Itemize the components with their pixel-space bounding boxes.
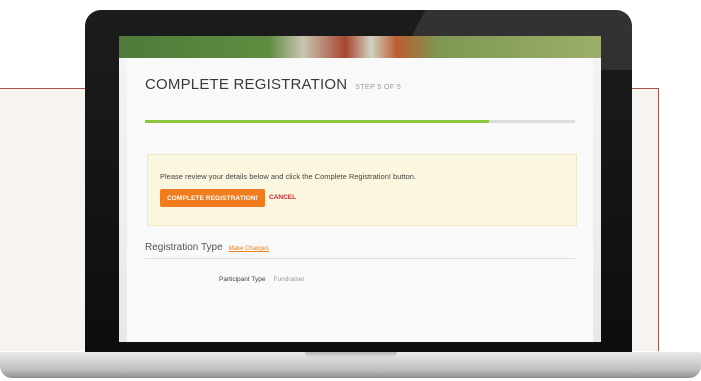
cancel-link[interactable]: CANCEL	[269, 194, 296, 201]
make-changes-link[interactable]: Make Changes	[229, 246, 269, 252]
participant-type-value: Fundraiser	[273, 276, 305, 283]
hero-image-figure	[269, 36, 439, 58]
progress-bar	[145, 120, 575, 123]
section-title: Registration Type	[145, 242, 223, 253]
page-header: COMPLETE REGISTRATION STEP 5 OF 5	[145, 76, 401, 93]
participant-type-row: Participant Type Fundraiser	[219, 276, 305, 283]
section-divider	[145, 258, 575, 259]
registration-type-header: Registration Type Make Changes	[145, 242, 269, 253]
complete-registration-button[interactable]: COMPLETE REGISTRATION!	[160, 189, 265, 207]
participant-type-label: Participant Type	[219, 276, 266, 283]
review-message: Please review your details below and cli…	[160, 172, 416, 181]
review-notice: Please review your details below and cli…	[147, 154, 577, 226]
laptop-screen: COMPLETE REGISTRATION STEP 5 OF 5 Please…	[119, 36, 601, 342]
step-indicator: STEP 5 OF 5	[355, 84, 402, 91]
page-title: COMPLETE REGISTRATION	[145, 76, 348, 93]
laptop-bezel: COMPLETE REGISTRATION STEP 5 OF 5 Please…	[85, 10, 632, 355]
laptop-base-notch	[305, 352, 397, 357]
laptop-base	[0, 352, 701, 378]
progress-bar-fill	[145, 120, 489, 123]
hero-image	[119, 36, 601, 58]
